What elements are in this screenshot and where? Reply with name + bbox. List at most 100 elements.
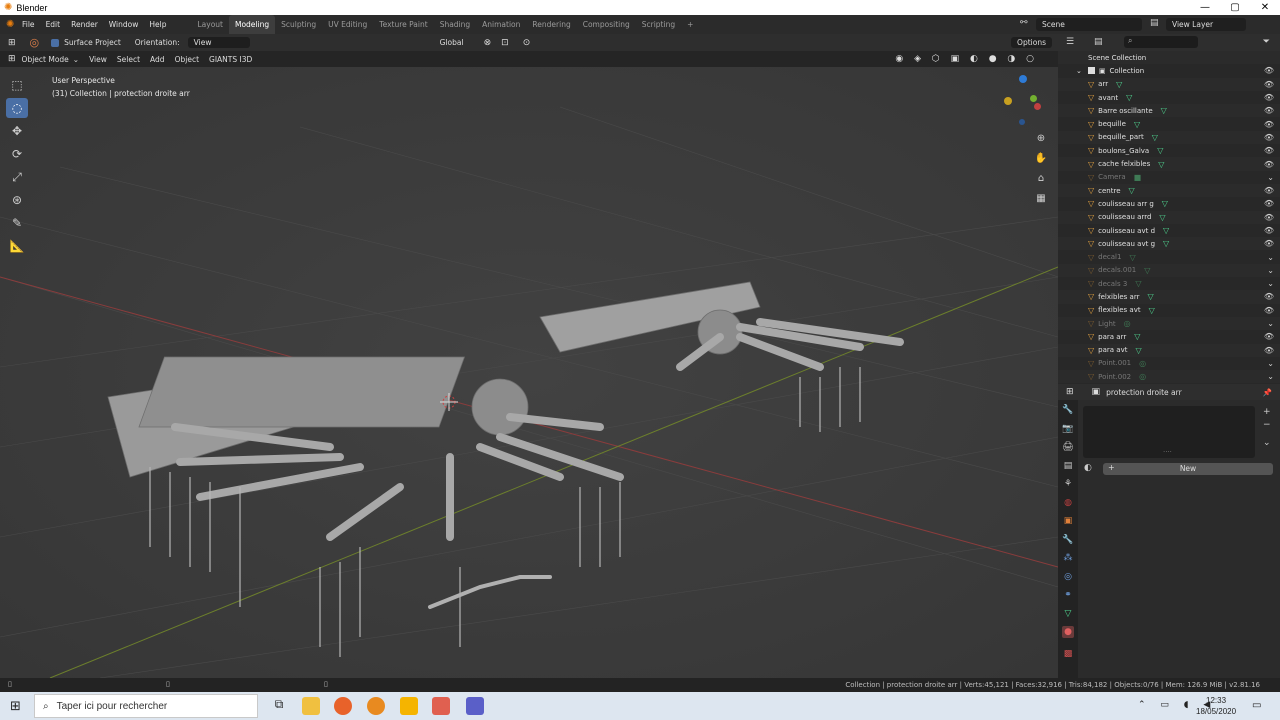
taskbar-search-input[interactable]: ⌕ Taper ici pour rechercher [34, 694, 258, 718]
3d-viewport[interactable]: ⊕ ✋ ⌂ ▦ [0, 67, 1058, 678]
outliner-item[interactable]: ▽ coulisseau avt g ▽ 👁 [1058, 237, 1280, 251]
eye-icon[interactable]: 👁 [1264, 292, 1274, 301]
zoom-icon[interactable]: ⊕ [1032, 129, 1050, 149]
expand-arrow-icon[interactable]: ⌄ [1076, 67, 1082, 75]
outliner-item[interactable]: ▽ bequille ▽ 👁 [1058, 117, 1280, 130]
view-layer-selector[interactable]: View Layer [1166, 18, 1246, 31]
output-tab-icon[interactable]: 🖨 [1062, 441, 1074, 453]
outliner-item[interactable]: ▽ decals 3 ▽ ⌄ [1058, 277, 1280, 290]
outliner-item[interactable]: ▽ coulisseau arr g ▽ 👁 [1058, 197, 1280, 210]
eye-icon[interactable]: 👁 [1264, 80, 1274, 89]
mesh-data-icon[interactable]: ▽ [1152, 133, 1158, 142]
eye-icon[interactable]: 👁 [1264, 346, 1274, 355]
list-resize-handle[interactable]: ···· [1163, 448, 1172, 456]
scene-tab-icon[interactable]: ⚘ [1062, 478, 1074, 490]
outliner-item[interactable]: ▽ coulisseau arrd ▽ 👁 [1058, 210, 1280, 224]
mesh-data-icon[interactable]: ▽ [1159, 213, 1165, 222]
annotate-tool-icon[interactable]: ✎ [6, 213, 28, 233]
menu-help[interactable]: Help [149, 20, 166, 29]
scale-tool-icon[interactable]: ⤢ [6, 167, 28, 187]
mesh-data-icon[interactable]: ▽ [1134, 332, 1140, 341]
select-tool-icon[interactable]: ◎ [30, 36, 40, 49]
transform-orientation-dropdown[interactable]: Global [440, 38, 464, 47]
scene-icon[interactable]: ⚯ [1020, 18, 1028, 28]
outliner-item[interactable]: ▽ coulisseau avt d ▽ 👁 [1058, 224, 1280, 237]
pan-hand-icon[interactable]: ✋ [1032, 149, 1050, 169]
tool-tab-icon[interactable]: 🔧 [1062, 404, 1074, 416]
hidden-eye-icon[interactable]: ⌄ [1267, 266, 1274, 275]
menu-object[interactable]: Object [175, 55, 199, 64]
scene-selector[interactable]: Scene [1036, 18, 1142, 31]
select-circle-tool-icon[interactable]: ◌ [6, 98, 28, 118]
hidden-eye-icon[interactable]: ⌄ [1267, 173, 1274, 182]
view-layer-tab-icon[interactable]: ▤ [1062, 460, 1074, 472]
taskbar-clock[interactable]: 12:33 18/05/2020 [1196, 695, 1236, 717]
mesh-data-icon[interactable]: ▽ [1162, 199, 1168, 208]
eye-icon[interactable]: 👁 [1264, 186, 1274, 195]
eye-icon[interactable]: 👁 [1264, 93, 1274, 102]
firefox-icon[interactable] [334, 697, 352, 715]
file-explorer-icon[interactable] [302, 697, 320, 715]
eye-icon[interactable]: 👁 [1264, 239, 1274, 248]
render-tab-icon[interactable]: 📷 [1062, 423, 1074, 435]
camera-data-icon[interactable]: ■ [1134, 173, 1142, 182]
menu-view[interactable]: View [89, 55, 107, 64]
outliner-item[interactable]: ▽ boulons_Galva ▽ 👁 [1058, 144, 1280, 157]
light-data-icon[interactable]: ◎ [1139, 359, 1146, 368]
add-slot-button[interactable]: + [1263, 407, 1271, 417]
particles-tab-icon[interactable]: ⁂ [1062, 552, 1074, 564]
slot-menu-icon[interactable]: ⌄ [1263, 438, 1271, 448]
new-material-button[interactable]: New [1103, 463, 1273, 475]
remove-slot-button[interactable]: − [1263, 420, 1271, 430]
proportional-edit-icon[interactable]: ⊙ [523, 38, 531, 48]
teams-icon[interactable] [466, 697, 484, 715]
eye-icon[interactable]: 👁 [1264, 332, 1274, 341]
menu-edit[interactable]: Edit [46, 20, 61, 29]
task-view-icon[interactable]: ⧉ [270, 697, 288, 715]
pivot-icon[interactable]: ⊗ [484, 38, 492, 48]
outliner-item[interactable]: ▽ Light ◎ ⌄ [1058, 316, 1280, 331]
outliner-item[interactable]: ▽ para avt ▽ 👁 [1058, 343, 1280, 357]
tab-uv-editing[interactable]: UV Editing [322, 15, 373, 34]
tab-shading[interactable]: Shading [434, 15, 476, 34]
menu-file[interactable]: File [22, 20, 35, 29]
filter-icon[interactable]: ⏷ [1263, 37, 1270, 47]
world-tab-icon[interactable]: ◍ [1062, 497, 1074, 509]
menu-render[interactable]: Render [71, 20, 98, 29]
mesh-data-icon[interactable]: ▽ [1129, 253, 1135, 262]
outliner-item[interactable]: ▽ flexibles avt ▽ 👁 [1058, 304, 1280, 317]
material-slot-list[interactable]: ···· [1083, 406, 1255, 458]
viewport-editor-icon[interactable]: ⊞ [8, 54, 16, 64]
mesh-data-icon[interactable]: ▽ [1157, 146, 1163, 155]
properties-editor-icon[interactable]: ⊞ [1066, 387, 1074, 397]
data-tab-icon[interactable]: ▽ [1062, 608, 1074, 620]
blender-taskbar-icon[interactable] [367, 697, 385, 715]
display-mode-icon[interactable]: ▤ [1094, 37, 1103, 47]
material-tab-icon[interactable]: ● [1062, 626, 1074, 638]
blender-menu-icon[interactable]: ✺ [6, 19, 14, 30]
transform-tool-icon[interactable]: ⊛ [6, 190, 28, 210]
outliner-item[interactable]: ▽ decals.001 ▽ ⌄ [1058, 263, 1280, 278]
mesh-data-icon[interactable]: ▽ [1147, 292, 1153, 301]
surface-project-checkbox[interactable] [51, 38, 60, 47]
outliner-item[interactable]: ▽ Point.002 ◎ ⌄ [1058, 370, 1280, 384]
outliner-item[interactable]: ▽ cache felxibles ▽ 👁 [1058, 157, 1280, 171]
navigation-gizmo[interactable] [1000, 75, 1046, 125]
add-workspace-button[interactable]: + [681, 15, 699, 34]
outliner-item[interactable]: ▽ avant ▽ 👁 [1058, 91, 1280, 104]
mesh-data-icon[interactable]: ▽ [1158, 160, 1164, 169]
minimize-button[interactable]: — [1190, 0, 1220, 15]
hidden-eye-icon[interactable]: ⌄ [1267, 372, 1274, 381]
outliner-item[interactable]: ▽ bequille_part ▽ 👁 [1058, 130, 1280, 145]
menu-giants-i3d[interactable]: GIANTS I3D [209, 55, 252, 64]
tab-layout[interactable]: Layout [191, 15, 229, 34]
tab-animation[interactable]: Animation [476, 15, 526, 34]
outliner-item[interactable]: ▽ decal1 ▽ ⌄ [1058, 250, 1280, 263]
hidden-eye-icon[interactable]: ⌄ [1267, 279, 1274, 288]
mesh-data-icon[interactable]: ▽ [1163, 239, 1169, 248]
select-box-tool-icon[interactable]: ⬚ [6, 75, 28, 95]
view-layer-icon[interactable]: ▤ [1150, 18, 1159, 28]
outliner-item[interactable]: ▽ Camera ■ ⌄ [1058, 171, 1280, 184]
mesh-data-icon[interactable]: ▽ [1129, 186, 1135, 195]
outliner-item[interactable]: ▽ para arr ▽ 👁 [1058, 330, 1280, 343]
